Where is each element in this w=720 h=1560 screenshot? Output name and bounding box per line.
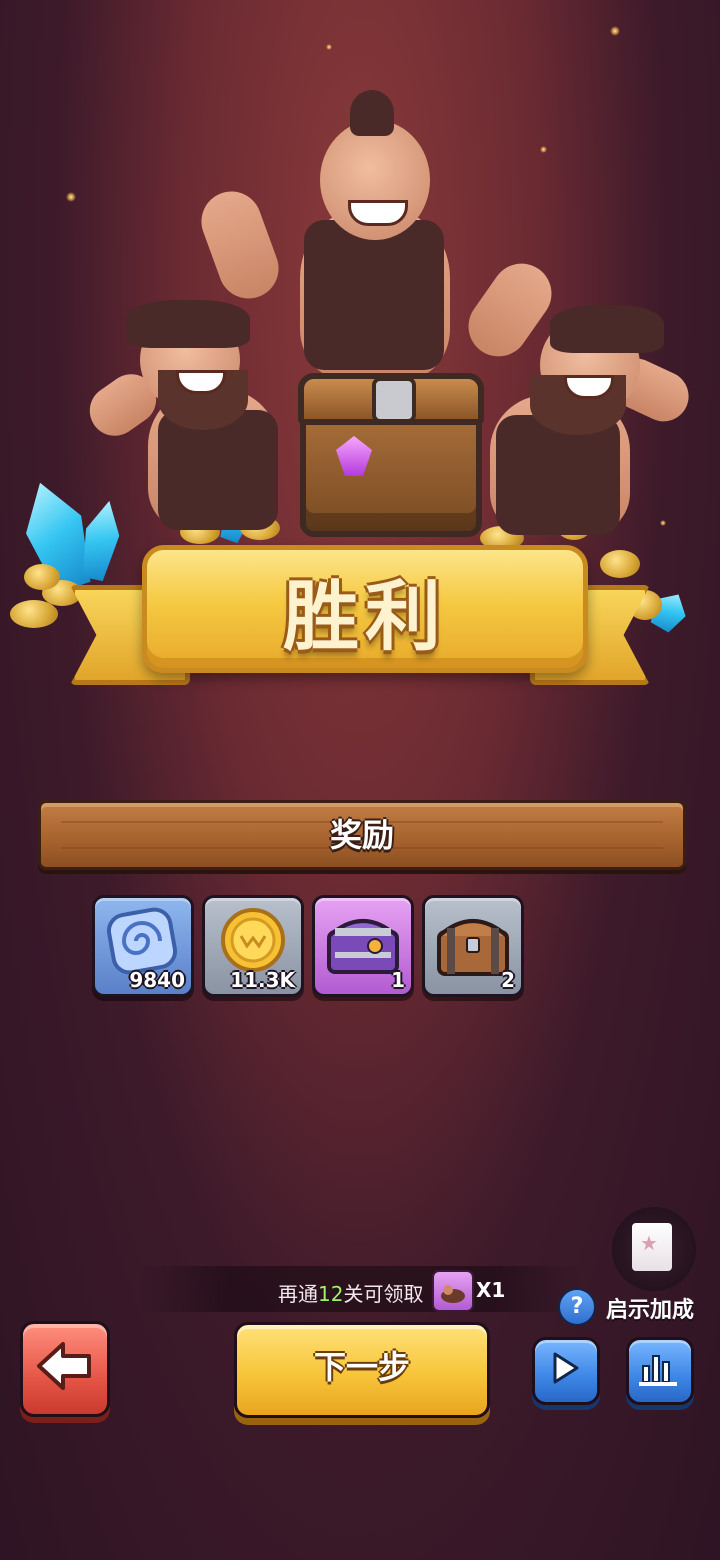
reward-item-spiral-token[interactable]: 9840 xyxy=(92,895,194,997)
bonus-label[interactable]: 启示加成 xyxy=(606,1292,694,1324)
rewards-header-label: 奖励 xyxy=(329,816,394,854)
reward-item-wooden-chest[interactable]: 2 xyxy=(422,895,524,997)
next-step-button[interactable]: 下一步 xyxy=(234,1322,490,1418)
caveman-center xyxy=(192,90,564,390)
reward-item-purple-chest[interactable]: 1 xyxy=(312,895,414,997)
back-button[interactable] xyxy=(20,1321,110,1417)
reward-count: 11.3K xyxy=(230,968,295,992)
victory-title: 胜利 xyxy=(283,572,447,661)
rewards-header: 奖励 xyxy=(38,800,686,870)
sparkle xyxy=(326,44,332,50)
treasure-chest-icon xyxy=(298,373,484,537)
caveman-card-icon xyxy=(432,1270,474,1312)
reward-item-gold-coin[interactable]: 11.3K xyxy=(202,895,304,997)
sparkle xyxy=(610,26,620,36)
arrow-left-icon xyxy=(37,1342,91,1390)
progress-text: 再通12关可领取 xyxy=(278,1278,423,1307)
next-step-label: 下一步 xyxy=(313,1348,410,1386)
play-button[interactable] xyxy=(532,1337,600,1405)
coin-icon xyxy=(24,564,60,590)
progress-suffix: 关可领取 xyxy=(343,1282,424,1306)
bar-chart-icon xyxy=(639,1355,677,1386)
bonus-card-button[interactable]: ★ xyxy=(612,1207,696,1291)
star-icon: ★ xyxy=(640,1231,658,1255)
reward-count: 1 xyxy=(391,968,405,992)
question-icon[interactable]: ? xyxy=(558,1288,596,1326)
victory-banner: 胜利 xyxy=(70,545,650,685)
reward-count: 9840 xyxy=(129,968,185,992)
play-icon xyxy=(553,1352,579,1384)
progress-levels: 12 xyxy=(318,1282,344,1306)
stats-button[interactable] xyxy=(626,1337,694,1405)
progress-multiplier: X1 xyxy=(476,1278,506,1302)
reward-count: 2 xyxy=(501,968,515,992)
coin-icon xyxy=(10,600,58,628)
progress-prefix: 再通 xyxy=(278,1282,318,1306)
